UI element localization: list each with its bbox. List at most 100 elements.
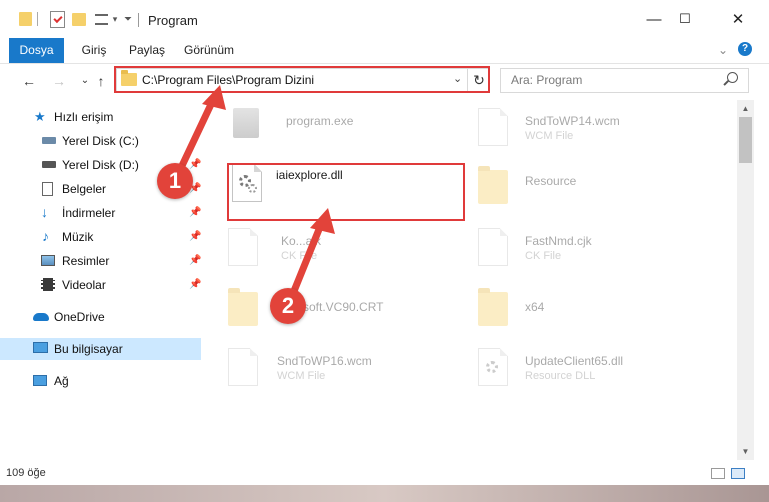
file-name: Ko...ajk [281,234,322,248]
nav-label: Belgeler [62,182,107,196]
document-icon [228,348,258,386]
file-item-program-exe[interactable]: program.exe [205,106,445,158]
file-name: Resource [525,174,577,188]
search-placeholder: Ara: Program [511,73,583,87]
search-icon[interactable] [727,72,738,83]
properties-list-icon[interactable] [93,9,109,29]
document-icon [478,108,508,146]
properties-icon[interactable] [49,9,65,29]
nav-item-music[interactable]: ♪ Müzik 📌 [0,226,201,248]
scroll-down-icon[interactable]: ▼ [737,443,754,460]
nav-item-local-disk-c[interactable]: Yerel Disk (C:) [0,130,201,152]
file-name: FastNmd.cjk [525,234,592,248]
callout-badge-2: 2 [270,288,306,324]
file-item-resource-folder[interactable]: Resource [455,166,695,218]
download-icon: ↓ [41,204,48,220]
large-icons-view-icon[interactable] [731,468,745,479]
file-item-fastnmd[interactable]: FastNmd.cjk CK File [455,226,695,278]
file-name: SndToWP16.wcm [277,354,372,368]
computer-icon [33,342,48,353]
scroll-thumb[interactable] [739,117,752,163]
tab-home[interactable]: Giriş [70,38,118,63]
nav-label: Ağ [54,374,69,388]
desktop-background-strip [0,485,769,502]
file-item-x64-folder[interactable]: x64 [455,288,695,340]
documents-icon [42,182,53,196]
nav-label: Resimler [62,254,110,268]
nav-label: Müzik [62,230,94,244]
nav-item-videos[interactable]: Videolar 📌 [0,274,201,296]
callout-badge-1: 1 [157,163,193,199]
pin-icon[interactable]: 📌 [189,231,201,242]
folder-icon [478,288,508,326]
document-icon [228,228,258,266]
file-list: program.exe iaiexplore.dll Ko...ajk CK F… [205,100,735,460]
qa-divider [37,9,38,29]
scroll-up-icon[interactable]: ▲ [737,100,754,117]
help-icon[interactable]: ? [738,42,752,56]
folder-icon [228,288,258,326]
folder-small-icon [18,9,32,29]
ribbon-expand-icon[interactable]: ⌄ [718,43,728,57]
file-item-sndtowp16[interactable]: SndToWP16.wcm WCM File [205,346,445,398]
file-item-vc90-folder[interactable]: ...soft.VC90.CRT [205,288,445,340]
file-name: x64 [525,300,545,314]
file-item-updateclient65[interactable]: UpdateClient65.dll Resource DLL [455,346,695,398]
pin-icon[interactable]: 📌 [189,279,201,290]
file-item-sndtowp14[interactable]: SndToWP14.wcm WCM File [455,106,695,158]
title-divider [138,13,139,27]
exe-icon [233,108,259,138]
nav-label: Videolar [62,278,106,292]
nav-label: Bu bilgisayar [54,342,123,356]
music-icon: ♪ [42,228,49,244]
pin-icon[interactable]: 📌 [189,255,201,266]
new-folder-icon[interactable] [71,9,87,29]
address-highlight-box [114,66,490,93]
nav-label: OneDrive [54,310,105,324]
search-box[interactable]: Ara: Program [500,68,749,93]
nav-item-this-pc[interactable]: Bu bilgisayar [0,338,201,360]
videos-icon [41,278,55,291]
tab-share[interactable]: Paylaş [122,38,172,63]
customize-toolbar-icon[interactable]: ⏷ [123,9,133,29]
nav-item-onedrive[interactable]: OneDrive [0,306,201,328]
ribbon-tabs: Dosya Giriş Paylaş Görünüm ⌄ [0,38,769,64]
dll-gear-icon [478,348,508,386]
file-type: WCM File [277,370,326,382]
document-icon [478,228,508,266]
file-type: CK File [281,250,318,262]
up-button[interactable]: ↑ [92,72,110,90]
drive-icon [42,161,56,168]
window-title: Program [148,13,198,28]
star-icon: ★ [34,109,46,124]
nav-item-downloads[interactable]: ↓ İndirmeler 📌 [0,202,201,224]
nav-label: Yerel Disk (D:) [62,158,139,172]
nav-item-quick-access[interactable]: ★ Hızlı erişim [0,106,201,128]
drive-icon [42,137,56,144]
file-type: Resource DLL [525,370,596,382]
back-button[interactable]: ← [20,72,38,90]
folder-icon [478,166,508,204]
title-bar: ▾ ⏷ Program — ☐ ✕ [0,0,769,38]
file-item-ck-file[interactable]: Ko...ajk CK File [205,226,445,278]
pin-icon[interactable]: 📌 [189,159,201,170]
file-type: CK File [525,250,562,262]
vertical-scrollbar[interactable]: ▲ ▼ [737,100,754,460]
chevron-down-icon[interactable]: ▾ [110,9,120,29]
item-count: 109 öğe [6,467,46,479]
tab-view[interactable]: Görünüm [178,38,240,63]
close-button[interactable]: ✕ [715,0,761,38]
nav-item-network[interactable]: Ağ [0,370,201,392]
file-name: program.exe [286,114,354,128]
file-highlight-box [227,163,465,221]
nav-label: Yerel Disk (C:) [62,134,139,148]
forward-button[interactable]: → [50,72,68,90]
pin-icon[interactable]: 📌 [189,207,201,218]
maximize-button[interactable]: ☐ [662,0,708,38]
file-type: WCM File [525,130,574,142]
details-view-icon[interactable] [711,468,725,479]
nav-item-pictures[interactable]: Resimler 📌 [0,250,201,272]
file-explorer-window: ▾ ⏷ Program — ☐ ✕ Dosya Giriş Paylaş Gör… [0,0,769,485]
tab-file[interactable]: Dosya [9,38,64,63]
navigation-pane: ★ Hızlı erişim Yerel Disk (C:) Yerel Dis… [0,100,203,460]
